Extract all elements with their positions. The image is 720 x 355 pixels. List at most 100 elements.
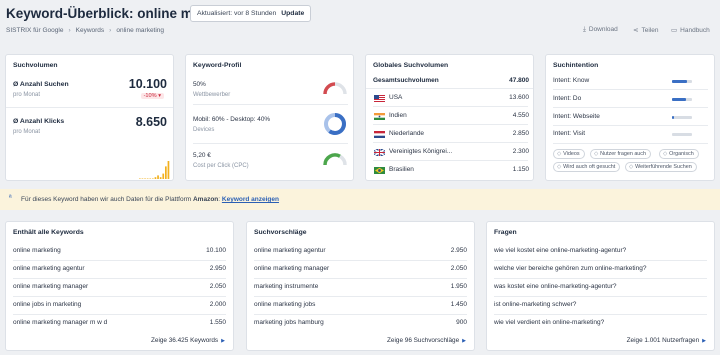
card-title: Suchvolumen bbox=[13, 62, 58, 69]
keyword-profile-card: Keyword-Profil 50% Wettbewerber Mobil: 6… bbox=[185, 54, 354, 181]
divider bbox=[553, 125, 708, 126]
book-icon: ▭ bbox=[671, 27, 678, 34]
keyword-text[interactable]: online marketing agentur bbox=[13, 265, 85, 272]
devices-donut-icon bbox=[324, 113, 346, 135]
download-icon: ⤓ bbox=[583, 26, 586, 33]
tag-icon: ◇ bbox=[663, 151, 668, 157]
sparkline-bar bbox=[154, 177, 157, 179]
keyword-text[interactable]: online marketing bbox=[13, 247, 61, 254]
sparkline-bar bbox=[165, 166, 167, 179]
keyword-text[interactable]: welche vier bereiche gehören zum online-… bbox=[494, 265, 646, 272]
keyword-volume: 2.000 bbox=[209, 301, 226, 308]
keyword-text[interactable]: wie viel verdient ein online-marketing? bbox=[494, 319, 604, 326]
intent-bar bbox=[672, 116, 692, 119]
serp-feature-chip[interactable]: ◇ Nutzer fragen auch bbox=[590, 149, 652, 159]
show-suggestions-link[interactable]: Zeige 96 Suchvorschläge ▶ bbox=[387, 337, 466, 344]
chip-label: Nutzer fragen auch bbox=[600, 151, 647, 157]
download-button[interactable]: ⤓ Download bbox=[583, 26, 618, 34]
keyword-text[interactable]: online jobs in marketing bbox=[13, 301, 81, 308]
list-item[interactable]: online marketing jobs 1.450 bbox=[247, 298, 474, 315]
show-questions-link[interactable]: Zeige 1.001 Nutzerfragen ▶ bbox=[627, 337, 706, 344]
tag-icon: ◇ bbox=[557, 164, 562, 170]
keyword-volume: 10.100 bbox=[206, 247, 226, 254]
list-item[interactable]: marketing jobs hamburg 900 bbox=[247, 316, 474, 333]
keyword-text[interactable]: marketing jobs hamburg bbox=[254, 319, 324, 326]
keyword-text[interactable]: online marketing agentur bbox=[254, 247, 326, 254]
amazon-icon: ª bbox=[9, 195, 12, 202]
show-keywords-link[interactable]: Zeige 36.425 Keywords ▶ bbox=[151, 337, 225, 344]
arrow-right-icon: ▶ bbox=[462, 338, 466, 344]
divider bbox=[254, 278, 467, 279]
brazil-flag-icon bbox=[374, 167, 385, 174]
intent-label: Intent: Webseite bbox=[553, 113, 600, 120]
breadcrumb-item[interactable]: Keywords bbox=[76, 27, 105, 34]
keyword-text[interactable]: online marketing manager bbox=[13, 283, 88, 290]
list-item[interactable]: online marketing 10.100 bbox=[6, 244, 233, 261]
clicks-sub: pro Monat bbox=[13, 129, 41, 135]
intent-bar bbox=[672, 98, 692, 101]
us-flag-icon bbox=[374, 95, 385, 102]
list-item[interactable]: online marketing manager m w d 1.550 bbox=[6, 316, 233, 333]
list-item[interactable]: online marketing manager 2.050 bbox=[247, 262, 474, 279]
intent-label: Intent: Know bbox=[553, 77, 590, 84]
intent-label: Intent: Visit bbox=[553, 130, 586, 137]
chip-label: Weiterführende Suchen bbox=[635, 164, 692, 170]
serp-feature-chip[interactable]: ◇ Organisch bbox=[659, 149, 699, 159]
list-item[interactable]: online marketing agentur 2.950 bbox=[6, 262, 233, 279]
country-value: 13.600 bbox=[509, 94, 529, 101]
sparkline-bar bbox=[157, 175, 159, 179]
list-item[interactable]: online jobs in marketing 2.000 bbox=[6, 298, 233, 315]
keyword-text[interactable]: wie viel kostet eine online-marketing-ag… bbox=[494, 247, 626, 254]
serp-feature-chip[interactable]: ◇ Weiterführende Suchen bbox=[625, 162, 697, 172]
devices-label: Devices bbox=[193, 127, 215, 133]
share-button[interactable]: ⋖ Teilen bbox=[633, 26, 658, 34]
list-item[interactable]: wie viel verdient ein online-marketing? bbox=[487, 316, 714, 333]
keyword-text[interactable]: online marketing manager bbox=[254, 265, 329, 272]
netherlands-flag-icon bbox=[374, 131, 385, 138]
country-name: Indien bbox=[389, 112, 407, 119]
divider bbox=[553, 89, 708, 90]
show-keyword-link[interactable]: Keyword anzeigen bbox=[222, 196, 279, 203]
list-item[interactable]: online marketing manager 2.050 bbox=[6, 280, 233, 297]
keyword-text[interactable]: marketing instrumente bbox=[254, 283, 318, 290]
sparkline-bar bbox=[141, 178, 144, 179]
divider bbox=[6, 107, 173, 108]
chevron-right-icon: › bbox=[109, 27, 112, 34]
list-item[interactable]: online marketing agentur 2.950 bbox=[247, 244, 474, 261]
footer-label: Zeige 1.001 Nutzerfragen bbox=[626, 337, 700, 344]
intent-bar bbox=[672, 133, 692, 136]
searches-label: Ø Anzahl Suchen bbox=[13, 81, 69, 88]
sparkline-bar bbox=[139, 178, 141, 179]
list-item[interactable]: was kostet eine online-marketing-agentur… bbox=[487, 280, 714, 297]
chevron-right-icon: › bbox=[68, 27, 71, 34]
divider bbox=[254, 260, 467, 261]
card-title: Fragen bbox=[494, 229, 517, 236]
country-value: 2.300 bbox=[512, 148, 529, 155]
divider bbox=[193, 143, 348, 144]
breadcrumb-item[interactable]: SISTRIX für Google bbox=[6, 27, 63, 34]
suggestions-card: Suchvorschläge online marketing agentur 2… bbox=[246, 221, 475, 351]
keyword-text[interactable]: online marketing jobs bbox=[254, 301, 315, 308]
keyword-text[interactable]: online marketing manager m w d bbox=[13, 319, 107, 326]
keyword-volume: 900 bbox=[456, 319, 467, 326]
keyword-text[interactable]: ist online-marketing schwer? bbox=[494, 301, 576, 308]
divider bbox=[373, 160, 528, 161]
serp-feature-chip[interactable]: ◇ Videos bbox=[553, 149, 585, 159]
sparkline-bar bbox=[144, 178, 146, 179]
update-status: Aktualisiert: vor 8 Stunden Update bbox=[190, 5, 312, 22]
chip-label: Wird auch oft gesucht bbox=[563, 164, 616, 170]
handbook-button[interactable]: ▭ Handbuch bbox=[671, 26, 710, 34]
list-item[interactable]: ist online-marketing schwer? bbox=[487, 298, 714, 315]
banner-message: Für dieses Keyword haben wir auch Daten … bbox=[21, 196, 192, 203]
update-button[interactable]: Update bbox=[281, 10, 304, 17]
list-item[interactable]: welche vier bereiche gehören zum online-… bbox=[487, 262, 714, 279]
keyword-text[interactable]: was kostet eine online-marketing-agentur… bbox=[494, 283, 616, 290]
divider bbox=[494, 260, 707, 261]
cpc-value: 5,20 € bbox=[193, 152, 211, 159]
list-item[interactable]: wie viel kostet eine online-marketing-ag… bbox=[487, 244, 714, 261]
serp-feature-chip[interactable]: ◇ Wird auch oft gesucht bbox=[553, 162, 621, 172]
sparkline-bar bbox=[162, 173, 165, 179]
share-label: Teilen bbox=[641, 27, 659, 34]
divider bbox=[254, 296, 467, 297]
list-item[interactable]: marketing instrumente 1.950 bbox=[247, 280, 474, 297]
